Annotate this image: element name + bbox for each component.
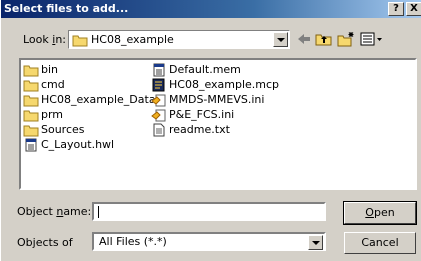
look-in-value: HC08_example: [91, 33, 174, 46]
text-file-icon: [153, 123, 165, 136]
file-list-item[interactable]: readme.txt: [151, 122, 279, 137]
file-name: MMDS-MMEVS.ini: [169, 93, 265, 106]
look-in-dropdown[interactable]: HC08_example: [68, 30, 290, 49]
folder-icon: [23, 125, 39, 136]
file-list[interactable]: bin cmd HC08_example_Dataprm Sources C_Layou…: [19, 58, 417, 190]
ini-file-icon: [151, 109, 166, 121]
view-menu-icon[interactable]: [360, 31, 384, 47]
file-name: cmd: [41, 78, 65, 91]
objects-of-label: Objects of: [17, 236, 73, 249]
file-list-item[interactable]: cmd: [23, 77, 156, 92]
objects-of-dropdown[interactable]: All Files (*.*): [92, 232, 326, 251]
file-name: prm: [41, 108, 64, 121]
file-column-1: bin cmd HC08_example_Dataprm Sources C_Layou…: [23, 62, 156, 152]
chevron-down-icon[interactable]: [308, 235, 323, 250]
up-folder-icon[interactable]: [315, 31, 333, 47]
file-icon: [25, 138, 37, 151]
ini-file-icon: [151, 94, 166, 106]
file-name: C_Layout.hwl: [41, 138, 115, 151]
file-name: P&E_FCS.ini: [169, 108, 235, 121]
folder-icon: [23, 95, 39, 106]
file-name: HC08_example_Data: [41, 93, 156, 106]
file-list-item[interactable]: Default.mem: [151, 62, 279, 77]
window-title: Select files to add...: [4, 2, 129, 15]
new-folder-icon[interactable]: [337, 31, 355, 47]
file-list-item[interactable]: HC08_example.mcp: [151, 77, 279, 92]
close-button[interactable]: X: [406, 2, 421, 16]
folder-icon: [23, 80, 39, 91]
project-icon: [152, 78, 165, 91]
chevron-down-icon[interactable]: [273, 32, 288, 47]
object-name-input[interactable]: [92, 202, 326, 221]
file-list-item[interactable]: C_Layout.hwl: [23, 137, 156, 152]
file-name: Default.mem: [169, 63, 241, 76]
folder-icon: [23, 110, 39, 121]
file-column-2: Default.mem HC08_example.mcp MMDS-MMEVS.in…: [151, 62, 279, 137]
dialog-window: Select files to add... ? X Look in: HC08…: [0, 0, 421, 261]
look-in-label: Look in:: [23, 33, 67, 46]
file-list-item[interactable]: MMDS-MMEVS.ini: [151, 92, 279, 107]
file-name: readme.txt: [169, 123, 230, 136]
file-list-item[interactable]: prm: [23, 107, 156, 122]
objects-of-value: All Files (*.*): [99, 235, 167, 248]
file-name: HC08_example.mcp: [169, 78, 280, 91]
file-icon: [153, 63, 165, 76]
file-name: Sources: [41, 123, 85, 136]
file-list-item[interactable]: bin: [23, 62, 156, 77]
help-button[interactable]: ?: [388, 2, 404, 16]
cancel-button[interactable]: Cancel: [344, 232, 416, 254]
title-bar[interactable]: Select files to add... ? X: [1, 0, 421, 18]
file-list-item[interactable]: HC08_example_Data: [23, 92, 156, 107]
folder-icon: [72, 35, 88, 47]
file-list-item[interactable]: P&E_FCS.ini: [151, 107, 279, 122]
object-name-label: Object name:: [17, 205, 92, 218]
folder-icon: [23, 65, 39, 76]
file-name: bin: [41, 63, 59, 76]
file-list-item[interactable]: Sources: [23, 122, 156, 137]
back-arrow-icon[interactable]: [295, 31, 313, 47]
text-caret: [98, 206, 99, 218]
open-button[interactable]: Open: [343, 201, 417, 225]
